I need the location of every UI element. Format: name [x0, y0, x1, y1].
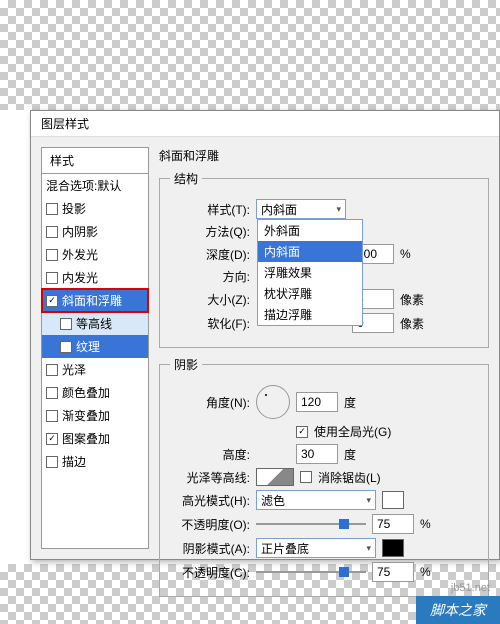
style-item-label: 等高线 [76, 315, 112, 332]
style-checkbox[interactable] [46, 249, 58, 261]
style-item-label: 内阴影 [62, 223, 98, 240]
watermark: jb51.net [451, 582, 490, 594]
style-item-内阴影[interactable]: 内阴影 [42, 220, 148, 243]
style-label: 样式(T): [170, 201, 250, 218]
shadow-opacity-slider[interactable] [256, 565, 366, 579]
style-item-label: 斜面和浮雕 [62, 292, 122, 309]
angle-wheel[interactable] [256, 385, 290, 419]
highlight-mode-dropdown[interactable]: 滤色 ▾ [256, 490, 376, 510]
style-item-斜面和浮雕[interactable]: 斜面和浮雕 [42, 289, 148, 312]
style-item-label: 外发光 [62, 246, 98, 263]
style-checkbox[interactable] [46, 226, 58, 238]
layer-style-dialog: 图层样式 样式 混合选项:默认 投影内阴影外发光内发光斜面和浮雕等高线纹理光泽颜… [30, 110, 500, 560]
style-item-纹理[interactable]: 纹理 [42, 335, 148, 358]
shadow-opacity-input[interactable] [372, 562, 414, 582]
chevron-down-icon: ▾ [366, 543, 371, 554]
depth-unit: % [400, 247, 411, 261]
highlight-mode-label: 高光模式(H): [170, 492, 250, 509]
style-option[interactable]: 枕状浮雕 [258, 283, 362, 304]
style-dropdown-list: 外斜面内斜面浮雕效果枕状浮雕描边浮雕 [257, 219, 363, 326]
shadow-mode-label: 阴影模式(A): [170, 540, 250, 557]
size-unit: 像素 [400, 291, 424, 308]
highlight-color[interactable] [382, 491, 404, 509]
gloss-contour-picker[interactable] [256, 468, 294, 486]
style-item-光泽[interactable]: 光泽 [42, 358, 148, 381]
style-item-label: 内发光 [62, 269, 98, 286]
style-item-label: 渐变叠加 [62, 407, 110, 424]
global-light-checkbox[interactable] [296, 426, 308, 438]
structure-legend: 结构 [170, 170, 202, 187]
style-option[interactable]: 描边浮雕 [258, 304, 362, 325]
style-checkbox[interactable] [46, 410, 58, 422]
style-item-label: 投影 [62, 200, 86, 217]
style-checkbox[interactable] [46, 272, 58, 284]
style-item-描边[interactable]: 描边 [42, 450, 148, 473]
styles-list: 样式 混合选项:默认 投影内阴影外发光内发光斜面和浮雕等高线纹理光泽颜色叠加渐变… [41, 147, 149, 549]
antialias-checkbox[interactable] [300, 471, 312, 483]
method-label: 方法(Q): [170, 223, 250, 240]
highlight-opacity-input[interactable] [372, 514, 414, 534]
footer-brand: 脚本之家 [416, 596, 500, 624]
style-dropdown[interactable]: 内斜面 ▾ 外斜面内斜面浮雕效果枕状浮雕描边浮雕 [256, 199, 346, 219]
style-option[interactable]: 外斜面 [258, 220, 362, 241]
antialias-label: 消除锯齿(L) [318, 469, 381, 486]
style-option[interactable]: 浮雕效果 [258, 262, 362, 283]
shading-legend: 阴影 [170, 356, 202, 373]
style-item-投影[interactable]: 投影 [42, 197, 148, 220]
bevel-panel: 斜面和浮雕 结构 样式(T): 内斜面 ▾ 外斜面内斜面浮雕效果枕状浮雕描边浮雕… [159, 147, 489, 549]
style-checkbox[interactable] [46, 295, 58, 307]
style-checkbox[interactable] [46, 203, 58, 215]
style-item-渐变叠加[interactable]: 渐变叠加 [42, 404, 148, 427]
blending-options-row[interactable]: 混合选项:默认 [42, 174, 148, 197]
style-checkbox[interactable] [46, 387, 58, 399]
soften-unit: 像素 [400, 315, 424, 332]
gloss-contour-label: 光泽等高线: [170, 469, 250, 486]
global-light-label: 使用全局光(G) [314, 423, 391, 440]
shadow-mode-value: 正片叠底 [261, 540, 309, 557]
style-item-颜色叠加[interactable]: 颜色叠加 [42, 381, 148, 404]
chevron-down-icon: ▾ [366, 495, 371, 506]
angle-label: 角度(N): [170, 394, 250, 411]
style-checkbox[interactable] [46, 456, 58, 468]
highlight-opacity-label: 不透明度(O): [170, 516, 250, 533]
shadow-color[interactable] [382, 539, 404, 557]
angle-input[interactable] [296, 392, 338, 412]
style-item-外发光[interactable]: 外发光 [42, 243, 148, 266]
shading-group: 阴影 角度(N): 度 使用全局光(G) 高度: 度 [159, 356, 489, 597]
opacity-unit: % [420, 517, 431, 531]
style-checkbox[interactable] [60, 341, 72, 353]
soften-label: 软化(F): [170, 315, 250, 332]
angle-unit: 度 [344, 394, 356, 411]
style-item-label: 图案叠加 [62, 430, 110, 447]
style-item-label: 光泽 [62, 361, 86, 378]
highlight-mode-value: 滤色 [261, 492, 285, 509]
structure-group: 结构 样式(T): 内斜面 ▾ 外斜面内斜面浮雕效果枕状浮雕描边浮雕 方法(Q)… [159, 170, 489, 348]
styles-header[interactable]: 样式 [42, 148, 148, 174]
style-checkbox[interactable] [46, 433, 58, 445]
style-item-label: 描边 [62, 453, 86, 470]
altitude-unit: 度 [344, 446, 356, 463]
size-label: 大小(Z): [170, 291, 250, 308]
style-option[interactable]: 内斜面 [258, 241, 362, 262]
dialog-title: 图层样式 [31, 111, 499, 137]
opacity-unit2: % [420, 565, 431, 579]
style-item-label: 颜色叠加 [62, 384, 110, 401]
panel-title: 斜面和浮雕 [159, 147, 489, 164]
depth-label: 深度(D): [170, 246, 250, 263]
altitude-input[interactable] [296, 444, 338, 464]
shadow-mode-dropdown[interactable]: 正片叠底 ▾ [256, 538, 376, 558]
style-checkbox[interactable] [60, 318, 72, 330]
style-item-图案叠加[interactable]: 图案叠加 [42, 427, 148, 450]
style-dropdown-value: 内斜面 [261, 201, 297, 218]
transparency-bg-top [0, 0, 500, 110]
style-item-等高线[interactable]: 等高线 [42, 312, 148, 335]
direction-label: 方向: [170, 268, 250, 285]
style-checkbox[interactable] [46, 364, 58, 376]
shadow-opacity-label: 不透明度(C): [170, 564, 250, 581]
chevron-down-icon: ▾ [336, 204, 341, 215]
altitude-label: 高度: [170, 446, 250, 463]
highlight-opacity-slider[interactable] [256, 517, 366, 531]
style-item-label: 纹理 [76, 338, 100, 355]
style-item-内发光[interactable]: 内发光 [42, 266, 148, 289]
